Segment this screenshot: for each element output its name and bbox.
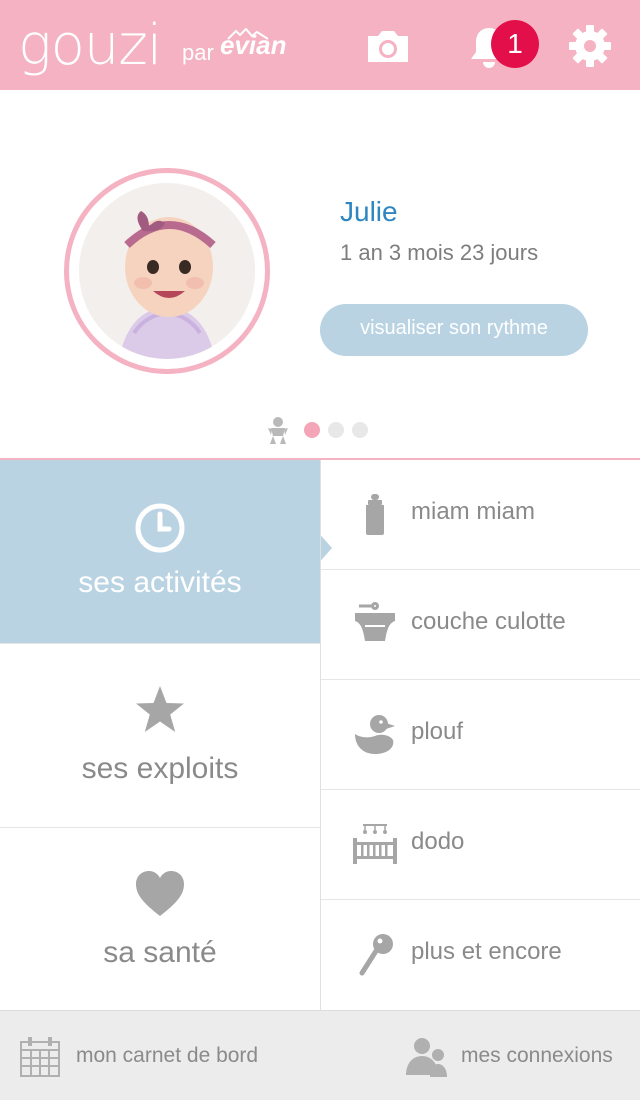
rattle-icon: [359, 934, 393, 976]
logo-by-text: par: [182, 40, 214, 65]
page-dot-2[interactable]: [328, 422, 344, 438]
avatar: [79, 183, 255, 359]
category-label: sa santé: [103, 936, 217, 969]
crib-icon: [353, 824, 397, 864]
activity-label: plouf: [411, 718, 464, 745]
connections-button[interactable]: mes connexions: [320, 1011, 640, 1100]
baby-photo: [79, 183, 255, 359]
category-label: ses activités: [78, 566, 242, 599]
activity-label: plus et encore: [411, 938, 562, 965]
activity-dodo[interactable]: dodo: [321, 790, 640, 900]
connections-label: mes connexions: [461, 1044, 613, 1067]
activity-label: couche culotte: [411, 608, 566, 635]
category-activities[interactable]: ses activités: [0, 460, 320, 644]
child-profile: Julie 1 an 3 mois 23 jours visualiser so…: [0, 90, 640, 460]
duck-icon: [355, 715, 395, 754]
diaper-icon: [355, 602, 395, 641]
page-dot-3[interactable]: [352, 422, 368, 438]
activity-plus-et-encore[interactable]: plus et encore: [321, 900, 640, 1010]
star-icon: [136, 686, 184, 732]
notification-badge[interactable]: 1: [491, 20, 539, 68]
category-health[interactable]: sa santé: [0, 828, 320, 1010]
baby-icon: [268, 417, 288, 444]
logbook-button[interactable]: mon carnet de bord: [0, 1011, 320, 1100]
clock-icon: [135, 503, 185, 553]
gear-icon[interactable]: [566, 22, 614, 70]
activity-miam-miam[interactable]: miam miam: [321, 460, 640, 570]
view-rhythm-button[interactable]: visualiser son rythme: [320, 304, 588, 356]
bottom-bar: mon carnet de bord mes connexions: [0, 1010, 640, 1100]
activity-couche-culotte[interactable]: couche culotte: [321, 570, 640, 680]
avatar-frame[interactable]: [64, 168, 270, 374]
profile-pager[interactable]: [266, 416, 376, 448]
child-name: Julie: [340, 196, 398, 227]
app-header: gouzi par evian 1: [0, 0, 640, 90]
category-exploits[interactable]: ses exploits: [0, 644, 320, 828]
activity-plouf[interactable]: plouf: [321, 680, 640, 790]
activity-label: miam miam: [411, 498, 535, 525]
child-age: 1 an 3 mois 23 jours: [340, 240, 539, 265]
people-icon: [406, 1038, 447, 1077]
category-label: ses exploits: [81, 752, 239, 785]
calendar-icon: [20, 1037, 60, 1077]
activity-label: dodo: [411, 828, 465, 855]
page-dot-1[interactable]: [304, 422, 320, 438]
app-logo: gouzi: [18, 13, 162, 78]
activities-list: miam miam couche culotte plouf dodo plus…: [320, 460, 640, 1010]
logo-brand: evian: [220, 30, 287, 60]
logbook-label: mon carnet de bord: [76, 1044, 259, 1067]
heart-icon: [136, 871, 184, 916]
bottle-icon: [366, 494, 384, 535]
camera-icon[interactable]: [364, 22, 412, 70]
